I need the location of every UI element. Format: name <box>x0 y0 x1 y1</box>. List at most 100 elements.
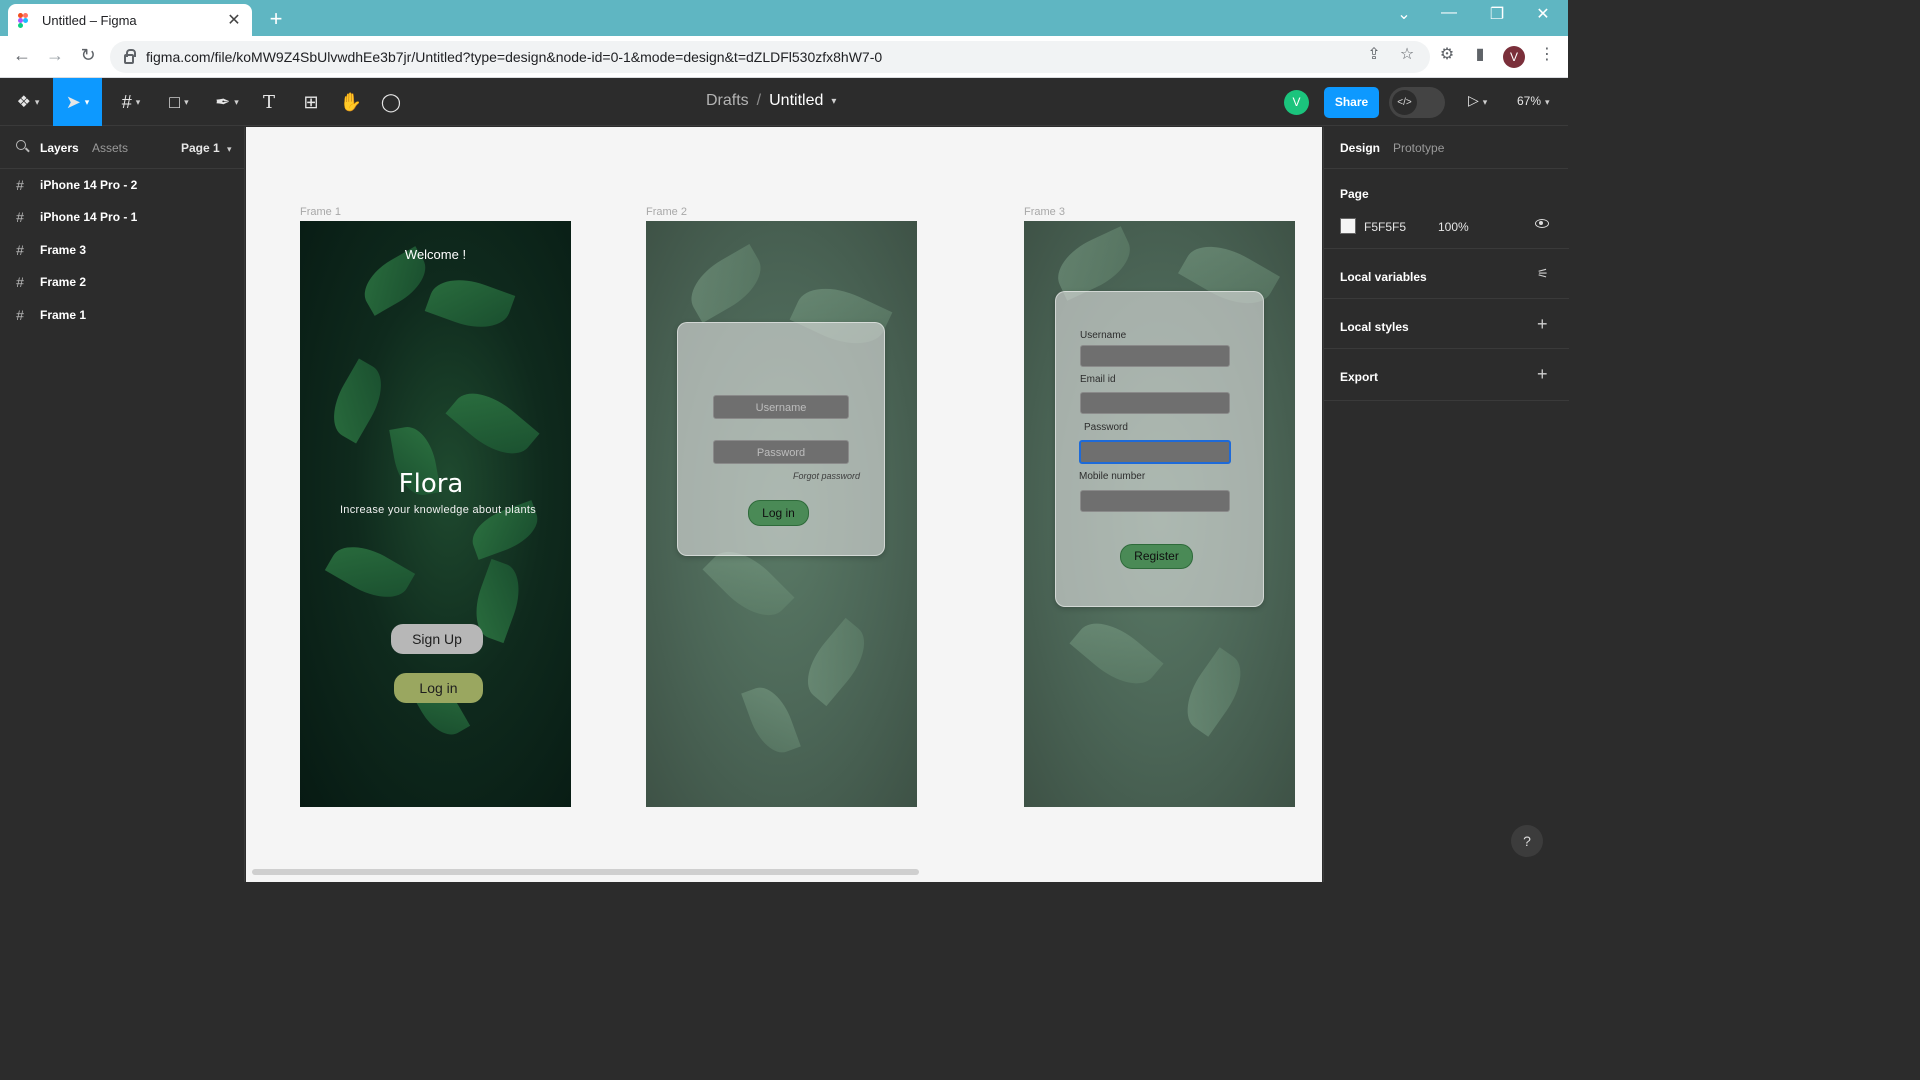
shape-tool-icon[interactable]: □ ▾ <box>158 78 200 126</box>
url-text: figma.com/file/koMW9Z4SbUlvwdhEe3b7jr/Un… <box>146 49 883 65</box>
user-avatar[interactable]: V <box>1284 90 1309 115</box>
frame-tool-icon[interactable]: # ▾ <box>110 78 152 126</box>
register-card: Username Email id Password Mobile number… <box>1055 291 1264 607</box>
password-field[interactable]: Password <box>713 440 849 464</box>
forgot-password-link[interactable]: Forgot password <box>793 471 860 481</box>
local-styles-title: Local styles <box>1340 320 1409 334</box>
variables-settings-icon[interactable]: ⚟ <box>1537 266 1549 282</box>
breadcrumb-drafts[interactable]: Drafts <box>706 92 749 110</box>
bookmark-star-icon[interactable]: ☆ <box>1397 44 1417 64</box>
username-field[interactable] <box>1080 345 1230 367</box>
register-button[interactable]: Register <box>1120 544 1193 569</box>
layer-item[interactable]: # iPhone 14 Pro - 2 <box>0 169 245 201</box>
extension-icon[interactable]: ⚙ <box>1437 44 1457 64</box>
design-canvas[interactable]: Frame 1 Welcome ! Flora Increase your kn… <box>246 127 1322 882</box>
frame-icon: # <box>16 209 24 225</box>
log-in-button[interactable]: Log in <box>748 500 809 526</box>
frame-label[interactable]: Frame 2 <box>646 206 687 218</box>
pen-tool-icon[interactable]: ✒ ▾ <box>206 78 248 126</box>
username-label: Username <box>1080 330 1127 341</box>
move-tool-icon[interactable]: ➤ ▾ <box>53 78 102 126</box>
comment-tool-icon[interactable]: ◯ <box>376 78 406 126</box>
page-opacity[interactable]: 100% <box>1438 220 1469 234</box>
tab-layers[interactable]: Layers <box>40 141 79 155</box>
layer-name: Frame 1 <box>40 308 87 322</box>
layer-name: Frame 3 <box>40 243 87 257</box>
leaf-shape <box>1048 226 1140 301</box>
page-selector-label: Page 1 <box>181 141 220 155</box>
forward-icon[interactable]: → <box>43 45 67 66</box>
frame-icon: # <box>16 274 24 290</box>
leaf-shape <box>324 533 416 611</box>
main-menu-icon[interactable]: ❖ ▾ <box>8 78 48 126</box>
resources-tool-icon[interactable]: ⊞ <box>296 78 326 126</box>
app-title: Flora <box>398 469 464 499</box>
browser-menu-icon[interactable]: ⋮ <box>1537 44 1557 64</box>
add-export-icon[interactable]: + <box>1537 364 1548 385</box>
file-name[interactable]: Untitled <box>769 92 823 110</box>
close-tab-icon[interactable]: ✕ <box>226 10 242 30</box>
email-field[interactable] <box>1080 392 1230 414</box>
password-label: Password <box>1084 422 1128 433</box>
layer-item[interactable]: # Frame 1 <box>0 299 245 331</box>
layer-item[interactable]: # Frame 2 <box>0 266 245 298</box>
page-section <box>1324 169 1569 249</box>
maximize-icon[interactable]: ❐ <box>1482 4 1512 24</box>
browser-profile-avatar[interactable]: V <box>1503 46 1525 68</box>
close-window-icon[interactable]: ✕ <box>1528 4 1558 24</box>
layer-item[interactable]: # Frame 3 <box>0 234 245 266</box>
zoom-menu[interactable]: 67% ▾ <box>1517 94 1550 108</box>
frame-2[interactable]: Username Password Forgot password Log in <box>646 221 917 807</box>
horizontal-scrollbar[interactable] <box>252 869 919 875</box>
chevron-down-icon[interactable]: ▾ <box>831 96 836 107</box>
search-icon[interactable] <box>16 140 28 152</box>
layer-name: Frame 2 <box>40 275 87 289</box>
tab-search-icon[interactable]: ⌄ <box>1389 4 1419 24</box>
page-color-swatch[interactable] <box>1340 218 1356 234</box>
leaf-shape <box>741 680 801 760</box>
log-in-button[interactable]: Log in <box>394 673 483 703</box>
tab-assets[interactable]: Assets <box>92 141 128 155</box>
minimize-icon[interactable]: — <box>1434 4 1464 22</box>
leaf-shape <box>445 378 540 469</box>
tab-prototype[interactable]: Prototype <box>1393 141 1444 155</box>
leaf-shape <box>1173 647 1255 737</box>
dev-mode-toggle[interactable]: </> <box>1389 87 1445 118</box>
right-panel-tabs: Design Prototype <box>1324 127 1568 169</box>
back-icon[interactable]: ← <box>10 45 34 66</box>
add-style-icon[interactable]: + <box>1537 314 1548 335</box>
frame-label[interactable]: Frame 3 <box>1024 206 1065 218</box>
reload-icon[interactable]: ↻ <box>76 45 100 66</box>
side-panel-icon[interactable]: ▮ <box>1470 44 1490 64</box>
help-button[interactable]: ? <box>1511 825 1543 857</box>
url-omnibox[interactable]: figma.com/file/koMW9Z4SbUlvwdhEe3b7jr/Un… <box>110 41 1430 73</box>
share-page-icon[interactable]: ⇪ <box>1364 44 1384 64</box>
page-color-hex[interactable]: F5F5F5 <box>1364 220 1406 234</box>
hand-tool-icon[interactable]: ✋ <box>336 78 366 126</box>
browser-tab[interactable]: Untitled – Figma ✕ <box>8 4 252 36</box>
leaf-shape <box>794 617 878 707</box>
password-field[interactable] <box>1079 440 1231 464</box>
mobile-number-field[interactable] <box>1080 490 1230 512</box>
text-tool-icon[interactable]: T <box>255 78 283 126</box>
frame-1[interactable]: Welcome ! Flora Increase your knowledge … <box>300 221 571 807</box>
layer-name: iPhone 14 Pro - 2 <box>40 178 138 192</box>
chevron-down-icon: ▾ <box>227 144 232 154</box>
mobile-number-label: Mobile number <box>1079 471 1146 482</box>
eye-icon[interactable] <box>1535 219 1549 228</box>
share-button[interactable]: Share <box>1324 87 1379 118</box>
tab-design[interactable]: Design <box>1340 141 1380 155</box>
frame-3[interactable]: Username Email id Password Mobile number… <box>1024 221 1295 807</box>
layer-item[interactable]: # iPhone 14 Pro - 1 <box>0 201 245 233</box>
username-field[interactable]: Username <box>713 395 849 419</box>
login-card: Username Password Forgot password Log in <box>677 322 885 556</box>
breadcrumb-separator: / <box>756 92 762 109</box>
frame-icon: # <box>16 177 24 193</box>
email-label: Email id <box>1080 374 1116 385</box>
frame-label[interactable]: Frame 1 <box>300 206 341 218</box>
page-selector[interactable]: Page 1 ▾ <box>181 141 232 155</box>
new-tab-button[interactable]: + <box>264 6 288 32</box>
leaf-shape <box>321 358 394 444</box>
sign-up-button[interactable]: Sign Up <box>391 624 483 654</box>
present-button[interactable]: ▷ ▾ <box>1468 92 1487 109</box>
